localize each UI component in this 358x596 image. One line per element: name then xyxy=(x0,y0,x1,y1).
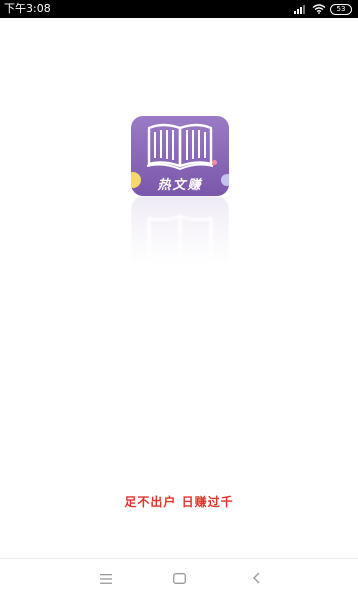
status-icons: 53 xyxy=(294,0,352,18)
menu-button[interactable] xyxy=(86,559,126,596)
app-logo: 热文赚 xyxy=(131,116,229,196)
battery-icon: 53 xyxy=(330,3,352,15)
app-logo-reflection xyxy=(131,196,229,266)
home-button[interactable] xyxy=(159,559,199,596)
status-time: 下午3:08 xyxy=(4,2,51,15)
menu-icon xyxy=(100,569,112,588)
slogan-text: 足不出户 日赚过千 xyxy=(124,495,234,509)
app-name: 热文赚 xyxy=(157,178,203,193)
home-icon xyxy=(172,569,186,588)
splash-screen: 下午3:08 53 热文赚 足不出户 日赚过千 xyxy=(0,0,358,596)
status-bar: 下午3:08 53 xyxy=(0,0,358,18)
open-book-icon xyxy=(145,120,215,176)
wifi-icon xyxy=(312,4,326,14)
reflected-book-icon xyxy=(145,206,215,262)
signal-icon xyxy=(294,4,308,14)
navigation-bar xyxy=(0,558,358,596)
back-icon xyxy=(252,569,260,588)
back-button[interactable] xyxy=(236,559,276,596)
battery-level: 53 xyxy=(336,4,346,13)
